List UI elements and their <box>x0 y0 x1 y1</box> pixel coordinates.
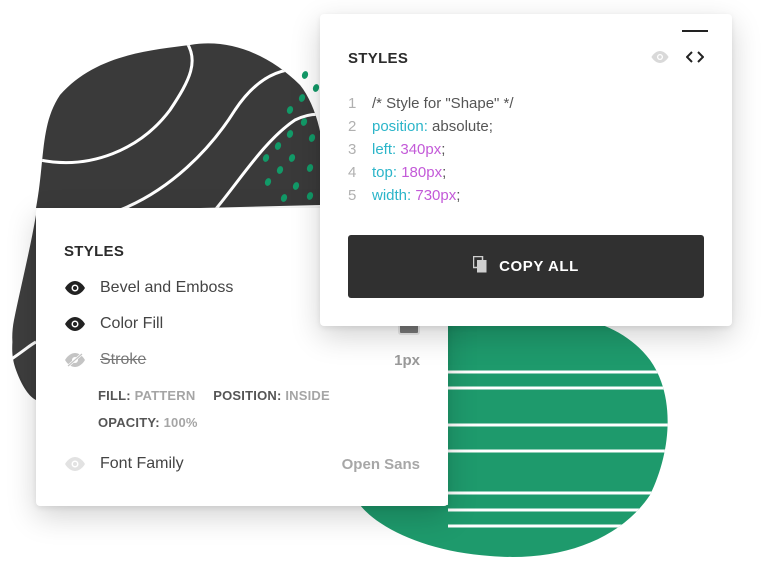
code-icon[interactable] <box>685 50 705 68</box>
eye-icon[interactable] <box>650 50 670 68</box>
code-panel-title: STYLES <box>348 50 409 67</box>
code-line: 2 position: absolute; <box>348 115 514 138</box>
line-number: 3 <box>348 141 357 158</box>
style-label: Color Fill <box>100 315 164 332</box>
code-line: 1 /* Style for "Shape" */ <box>348 92 514 115</box>
style-row-font-family[interactable]: Font Family Open Sans <box>64 453 420 475</box>
line-number: 1 <box>348 95 357 112</box>
stroke-size-value: 1px <box>394 351 420 369</box>
code-line: 5 width: 730px; <box>348 184 514 207</box>
line-number: 5 <box>348 187 357 204</box>
fill-key: FILL: <box>98 388 131 403</box>
eye-icon[interactable] <box>64 317 88 331</box>
style-label: Stroke <box>100 351 147 368</box>
code-panel: STYLES 1 /* Style for "Shape" */ 2 posit… <box>320 14 732 326</box>
line-number: 2 <box>348 118 357 135</box>
style-label: Bevel and Emboss <box>100 279 234 296</box>
code-block: 1 /* Style for "Shape" */ 2 position: ab… <box>348 92 514 207</box>
eye-off-icon[interactable] <box>64 353 88 367</box>
position-key: POSITION: <box>213 388 282 403</box>
copy-all-button[interactable]: COPY ALL <box>348 235 704 298</box>
code-property: position <box>372 118 424 135</box>
code-property: top <box>372 164 393 181</box>
code-value: 180px <box>401 164 443 181</box>
position-value: INSIDE <box>285 388 330 403</box>
stroke-opacity: OPACITY: 100% <box>98 415 198 430</box>
line-number: 4 <box>348 164 357 181</box>
code-value: absolute <box>432 118 489 135</box>
stroke-fill-position: FILL: PATTERN POSITION: INSIDE <box>98 388 330 403</box>
copy-icon <box>472 255 487 278</box>
code-property: left <box>372 141 393 158</box>
opacity-value: 100% <box>163 415 198 430</box>
fill-value: PATTERN <box>134 388 196 403</box>
code-property: width <box>372 187 408 204</box>
code-panel-toggles <box>650 50 705 68</box>
font-family-value: Open Sans <box>341 455 420 473</box>
eye-icon[interactable] <box>64 281 88 295</box>
eye-icon[interactable] <box>64 457 88 471</box>
copy-all-label: COPY ALL <box>499 258 579 275</box>
styles-panel-title: STYLES <box>64 243 125 260</box>
code-value: 340px <box>400 141 442 158</box>
code-value: 730px <box>415 187 457 204</box>
minimize-icon[interactable] <box>682 30 708 32</box>
style-row-stroke[interactable]: Stroke 1px <box>64 349 420 371</box>
code-comment: /* Style for "Shape" */ <box>372 95 514 112</box>
code-line: 3 left: 340px; <box>348 138 514 161</box>
style-label: Font Family <box>100 455 184 472</box>
opacity-key: OPACITY: <box>98 415 160 430</box>
code-line: 4 top: 180px; <box>348 161 514 184</box>
